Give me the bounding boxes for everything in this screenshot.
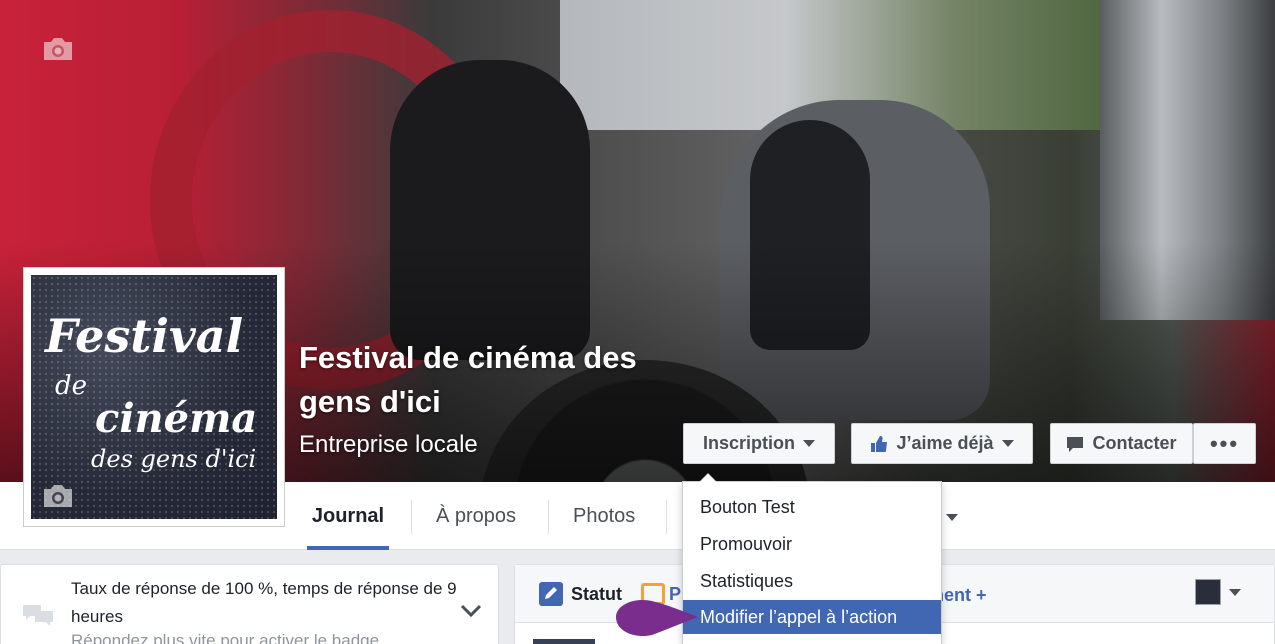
page-category: Entreprise locale: [299, 431, 478, 458]
inscription-button[interactable]: Inscription: [683, 423, 835, 464]
contact-label: Contacter: [1092, 433, 1177, 453]
contact-button[interactable]: Contacter: [1050, 423, 1193, 464]
avatar: [533, 639, 595, 644]
thumbs-up-icon: [870, 435, 888, 453]
logo-text-de: de: [55, 371, 88, 401]
more-button[interactable]: •••: [1193, 423, 1256, 464]
menu-item-promouvoir[interactable]: Promouvoir: [683, 527, 941, 561]
logo-text-festival: Festival: [45, 309, 244, 363]
page-title: Festival de cinéma des gens d'ici: [299, 340, 637, 419]
camera-icon[interactable]: [41, 36, 75, 62]
chevron-down-icon: [803, 440, 815, 447]
tab-journal[interactable]: Journal: [307, 482, 389, 550]
camera-icon[interactable]: [41, 483, 75, 509]
inscription-label: Inscription: [702, 433, 795, 453]
logo-text-cinema: cinéma: [95, 395, 258, 442]
menu-item-modifier-appel-action[interactable]: Modifier l’appel à l’action: [683, 600, 941, 634]
response-rate-card: Taux de réponse de 100 %, temps de répon…: [0, 564, 499, 644]
message-icon: [1066, 435, 1084, 453]
inscription-dropdown-menu: Bouton Test Promouvoir Statistiques Modi…: [682, 473, 942, 644]
avatar[interactable]: [1195, 579, 1221, 605]
logo-text-gens: des gens d'ici: [91, 445, 257, 473]
chevron-down-icon[interactable]: [460, 604, 482, 618]
tab-photos[interactable]: Photos: [573, 482, 635, 550]
status-tab[interactable]: Statut: [539, 582, 622, 606]
response-rate-hint: Répondez plus vite pour activer le badge: [71, 631, 380, 644]
more-tabs-chevron-icon[interactable]: [946, 514, 958, 521]
response-rate-text: Taux de réponse de 100 %, temps de répon…: [71, 579, 457, 626]
pencil-icon: [539, 582, 563, 606]
tab-a-propos[interactable]: À propos: [436, 482, 516, 550]
like-button[interactable]: J’aime déjà: [851, 423, 1033, 464]
menu-item-bouton-test[interactable]: Bouton Test: [683, 490, 941, 524]
chat-bubbles-icon: [21, 601, 55, 631]
like-label: J’aime déjà: [896, 433, 994, 453]
chevron-down-icon: [1001, 440, 1014, 447]
profile-picture[interactable]: Festival de cinéma des gens d'ici: [23, 267, 285, 527]
menu-item-statistiques[interactable]: Statistiques: [683, 564, 941, 598]
chevron-down-icon[interactable]: [1229, 589, 1241, 596]
pointer-arrow-icon: [616, 599, 698, 637]
